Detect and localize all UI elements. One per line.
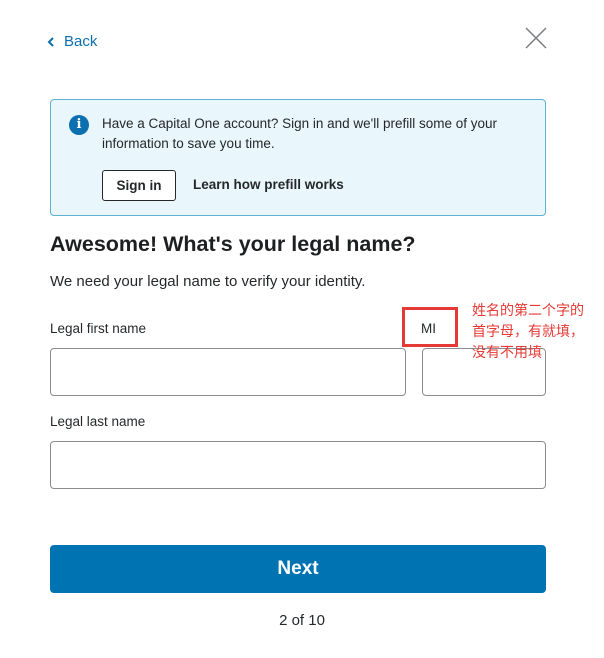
back-link[interactable]: Back — [47, 33, 97, 50]
info-banner-text: Have a Capital One account? Sign in and … — [102, 116, 498, 151]
next-button[interactable]: Next — [50, 545, 546, 593]
page-subtitle: We need your legal name to verify your i… — [50, 273, 366, 290]
back-label: Back — [64, 33, 98, 50]
sign-in-button[interactable]: Sign in — [102, 170, 176, 201]
info-icon: i — [69, 115, 89, 135]
learn-prefill-link[interactable]: Learn how prefill works — [193, 177, 344, 192]
page-title: Awesome! What's your legal name? — [50, 232, 416, 256]
chevron-left-icon — [47, 36, 54, 47]
first-name-input[interactable] — [50, 348, 406, 396]
close-icon[interactable] — [524, 26, 548, 50]
annotation-highlight-box — [402, 307, 458, 347]
step-progress: 2 of 10 — [279, 612, 325, 629]
annotation-note: 姓名的第二个字的首字母，有就填，没有不用填 — [472, 303, 584, 361]
last-name-input[interactable] — [50, 441, 546, 489]
prefill-info-banner: i Have a Capital One account? Sign in an… — [50, 99, 546, 216]
first-name-label: Legal first name — [50, 321, 147, 336]
last-name-label: Legal last name — [50, 414, 146, 429]
